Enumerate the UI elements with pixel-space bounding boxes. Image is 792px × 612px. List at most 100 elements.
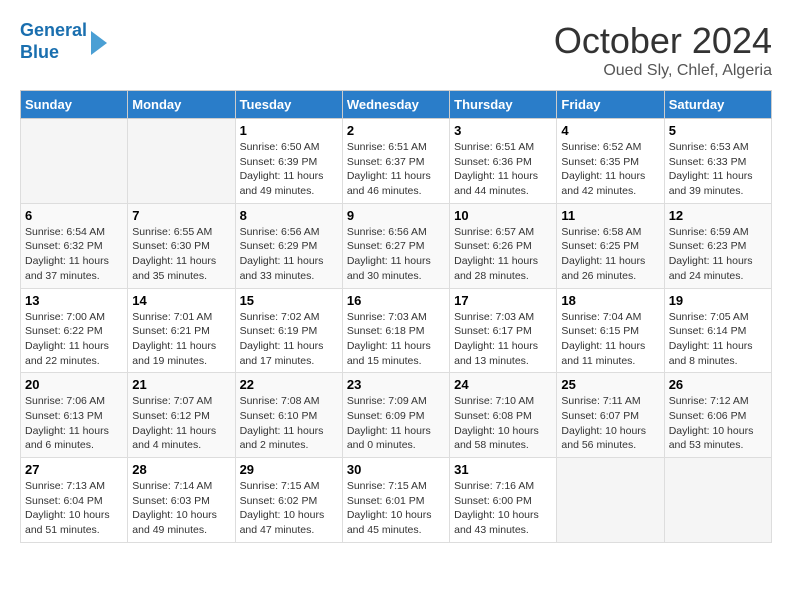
day-number: 2 <box>347 123 445 138</box>
day-detail: Sunrise: 6:59 AMSunset: 6:23 PMDaylight:… <box>669 225 767 284</box>
weekday-header-sunday: Sunday <box>21 91 128 119</box>
calendar-cell: 30 Sunrise: 7:15 AMSunset: 6:01 PMDayligh… <box>342 458 449 543</box>
day-detail: Sunrise: 7:13 AMSunset: 6:04 PMDaylight:… <box>25 479 123 538</box>
day-number: 27 <box>25 462 123 477</box>
day-detail: Sunrise: 7:05 AMSunset: 6:14 PMDaylight:… <box>669 310 767 369</box>
calendar-cell: 31Sunrise: 7:16 AMSunset: 6:00 PMDayligh… <box>450 458 557 543</box>
calendar-cell <box>557 458 664 543</box>
calendar-cell: 26Sunrise: 7:12 AMSunset: 6:06 PMDayligh… <box>664 373 771 458</box>
day-detail: Sunrise: 7:03 AMSunset: 6:18 PMDaylight:… <box>347 310 445 369</box>
calendar-week-5: 27 Sunrise: 7:13 AMSunset: 6:04 PMDayligh… <box>21 458 772 543</box>
calendar-cell: 27 Sunrise: 7:13 AMSunset: 6:04 PMDayligh… <box>21 458 128 543</box>
day-number: 15 <box>240 293 338 308</box>
calendar-cell: 1 Sunrise: 6:50 AMSunset: 6:39 PMDaylight… <box>235 119 342 204</box>
day-detail: Sunrise: 6:57 AMSunset: 6:26 PMDaylight:… <box>454 225 552 284</box>
calendar-cell: 15 Sunrise: 7:02 AMSunset: 6:19 PMDayligh… <box>235 288 342 373</box>
calendar-cell: 29 Sunrise: 7:15 AMSunset: 6:02 PMDayligh… <box>235 458 342 543</box>
calendar-cell: 11 Sunrise: 6:58 AMSunset: 6:25 PMDayligh… <box>557 203 664 288</box>
calendar-week-1: 1 Sunrise: 6:50 AMSunset: 6:39 PMDaylight… <box>21 119 772 204</box>
day-detail: Sunrise: 7:06 AMSunset: 6:13 PMDaylight:… <box>25 394 123 453</box>
day-number: 13 <box>25 293 123 308</box>
day-number: 26 <box>669 377 767 392</box>
calendar-cell: 22Sunrise: 7:08 AMSunset: 6:10 PMDayligh… <box>235 373 342 458</box>
calendar-cell: 7 Sunrise: 6:55 AMSunset: 6:30 PMDaylight… <box>128 203 235 288</box>
weekday-header-wednesday: Wednesday <box>342 91 449 119</box>
day-detail: Sunrise: 7:00 AMSunset: 6:22 PMDaylight:… <box>25 310 123 369</box>
calendar-cell: 20 Sunrise: 7:06 AMSunset: 6:13 PMDayligh… <box>21 373 128 458</box>
day-number: 20 <box>25 377 123 392</box>
day-number: 18 <box>561 293 659 308</box>
day-detail: Sunrise: 6:50 AMSunset: 6:39 PMDaylight:… <box>240 140 338 199</box>
day-number: 19 <box>669 293 767 308</box>
calendar-cell: 24 Sunrise: 7:10 AMSunset: 6:08 PMDayligh… <box>450 373 557 458</box>
calendar-week-2: 6Sunrise: 6:54 AMSunset: 6:32 PMDaylight… <box>21 203 772 288</box>
day-number: 22 <box>240 377 338 392</box>
weekday-header-thursday: Thursday <box>450 91 557 119</box>
day-number: 31 <box>454 462 552 477</box>
day-number: 1 <box>240 123 338 138</box>
logo: General Blue <box>20 20 107 63</box>
day-detail: Sunrise: 6:56 AMSunset: 6:29 PMDaylight:… <box>240 225 338 284</box>
day-detail: Sunrise: 7:03 AMSunset: 6:17 PMDaylight:… <box>454 310 552 369</box>
day-number: 21 <box>132 377 230 392</box>
calendar-cell: 14 Sunrise: 7:01 AMSunset: 6:21 PMDayligh… <box>128 288 235 373</box>
logo-general: General <box>20 20 87 40</box>
day-detail: Sunrise: 7:02 AMSunset: 6:19 PMDaylight:… <box>240 310 338 369</box>
day-detail: Sunrise: 7:07 AMSunset: 6:12 PMDaylight:… <box>132 394 230 453</box>
day-detail: Sunrise: 7:11 AMSunset: 6:07 PMDaylight:… <box>561 394 659 453</box>
day-detail: Sunrise: 6:53 AMSunset: 6:33 PMDaylight:… <box>669 140 767 199</box>
location-subtitle: Oued Sly, Chlef, Algeria <box>554 62 772 80</box>
day-detail: Sunrise: 6:58 AMSunset: 6:25 PMDaylight:… <box>561 225 659 284</box>
day-number: 8 <box>240 208 338 223</box>
day-number: 7 <box>132 208 230 223</box>
calendar-cell: 18 Sunrise: 7:04 AMSunset: 6:15 PMDayligh… <box>557 288 664 373</box>
calendar-cell: 12 Sunrise: 6:59 AMSunset: 6:23 PMDayligh… <box>664 203 771 288</box>
day-number: 4 <box>561 123 659 138</box>
month-title: October 2024 <box>554 20 772 62</box>
day-detail: Sunrise: 6:51 AMSunset: 6:36 PMDaylight:… <box>454 140 552 199</box>
calendar-cell: 9Sunrise: 6:56 AMSunset: 6:27 PMDaylight… <box>342 203 449 288</box>
day-detail: Sunrise: 6:51 AMSunset: 6:37 PMDaylight:… <box>347 140 445 199</box>
day-detail: Sunrise: 6:55 AMSunset: 6:30 PMDaylight:… <box>132 225 230 284</box>
weekday-header-tuesday: Tuesday <box>235 91 342 119</box>
day-detail: Sunrise: 7:01 AMSunset: 6:21 PMDaylight:… <box>132 310 230 369</box>
day-detail: Sunrise: 6:54 AMSunset: 6:32 PMDaylight:… <box>25 225 123 284</box>
day-detail: Sunrise: 7:14 AMSunset: 6:03 PMDaylight:… <box>132 479 230 538</box>
calendar-cell: 6Sunrise: 6:54 AMSunset: 6:32 PMDaylight… <box>21 203 128 288</box>
day-number: 5 <box>669 123 767 138</box>
day-detail: Sunrise: 7:15 AMSunset: 6:02 PMDaylight:… <box>240 479 338 538</box>
day-detail: Sunrise: 7:09 AMSunset: 6:09 PMDaylight:… <box>347 394 445 453</box>
calendar-cell <box>128 119 235 204</box>
day-detail: Sunrise: 7:04 AMSunset: 6:15 PMDaylight:… <box>561 310 659 369</box>
calendar-week-3: 13 Sunrise: 7:00 AMSunset: 6:22 PMDayligh… <box>21 288 772 373</box>
day-detail: Sunrise: 7:15 AMSunset: 6:01 PMDaylight:… <box>347 479 445 538</box>
calendar-cell: 2 Sunrise: 6:51 AMSunset: 6:37 PMDaylight… <box>342 119 449 204</box>
calendar-cell: 4 Sunrise: 6:52 AMSunset: 6:35 PMDaylight… <box>557 119 664 204</box>
day-number: 12 <box>669 208 767 223</box>
calendar-cell: 21 Sunrise: 7:07 AMSunset: 6:12 PMDayligh… <box>128 373 235 458</box>
day-number: 29 <box>240 462 338 477</box>
calendar-cell: 16 Sunrise: 7:03 AMSunset: 6:18 PMDayligh… <box>342 288 449 373</box>
calendar-cell <box>21 119 128 204</box>
day-number: 16 <box>347 293 445 308</box>
calendar-table: SundayMondayTuesdayWednesdayThursdayFrid… <box>20 90 772 543</box>
day-number: 30 <box>347 462 445 477</box>
calendar-cell: 19 Sunrise: 7:05 AMSunset: 6:14 PMDayligh… <box>664 288 771 373</box>
day-number: 28 <box>132 462 230 477</box>
day-detail: Sunrise: 7:10 AMSunset: 6:08 PMDaylight:… <box>454 394 552 453</box>
day-number: 23 <box>347 377 445 392</box>
day-number: 10 <box>454 208 552 223</box>
calendar-cell: 10 Sunrise: 6:57 AMSunset: 6:26 PMDayligh… <box>450 203 557 288</box>
page-header: General Blue October 2024 Oued Sly, Chle… <box>20 20 772 80</box>
calendar-cell: 13 Sunrise: 7:00 AMSunset: 6:22 PMDayligh… <box>21 288 128 373</box>
title-block: October 2024 Oued Sly, Chlef, Algeria <box>554 20 772 80</box>
calendar-week-4: 20 Sunrise: 7:06 AMSunset: 6:13 PMDayligh… <box>21 373 772 458</box>
weekday-header-friday: Friday <box>557 91 664 119</box>
day-number: 14 <box>132 293 230 308</box>
calendar-cell: 17Sunrise: 7:03 AMSunset: 6:17 PMDayligh… <box>450 288 557 373</box>
day-number: 11 <box>561 208 659 223</box>
day-number: 24 <box>454 377 552 392</box>
day-number: 25 <box>561 377 659 392</box>
weekday-header-monday: Monday <box>128 91 235 119</box>
day-detail: Sunrise: 6:52 AMSunset: 6:35 PMDaylight:… <box>561 140 659 199</box>
